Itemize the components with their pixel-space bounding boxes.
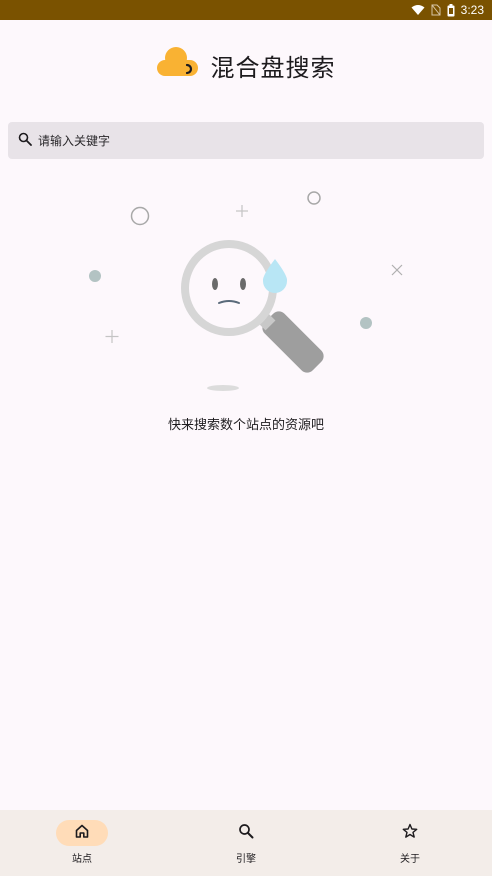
cloud-logo-icon [156,46,199,84]
home-icon [74,823,90,843]
app-header: 混合盘搜索 [0,40,492,90]
nav-item-sites[interactable]: 站点 [0,810,164,865]
nav-label-engines: 引擎 [236,854,256,865]
app-title: 混合盘搜索 [210,53,336,82]
nav-item-about[interactable]: 关于 [328,810,492,865]
nav-label-about: 关于 [400,854,420,865]
no-sim-icon [431,4,441,16]
empty-state-message: 快来搜索数个站点的资源吧 [167,418,324,433]
empty-state-illustration [80,185,420,400]
battery-icon [447,3,455,17]
search-input[interactable] [38,133,438,148]
nav-item-engines[interactable]: 引擎 [164,810,328,865]
status-time: 3:23 [460,3,484,17]
nav-active-indicator [56,820,108,846]
search-bar[interactable] [8,122,484,159]
search-icon[interactable] [18,131,32,150]
search-icon [238,823,254,843]
star-icon [402,823,418,843]
status-bar: 3:23 [0,0,492,20]
wifi-icon [411,4,425,16]
bottom-navigation: 站点 引擎 关于 [0,810,492,876]
nav-label-sites: 站点 [72,854,92,865]
